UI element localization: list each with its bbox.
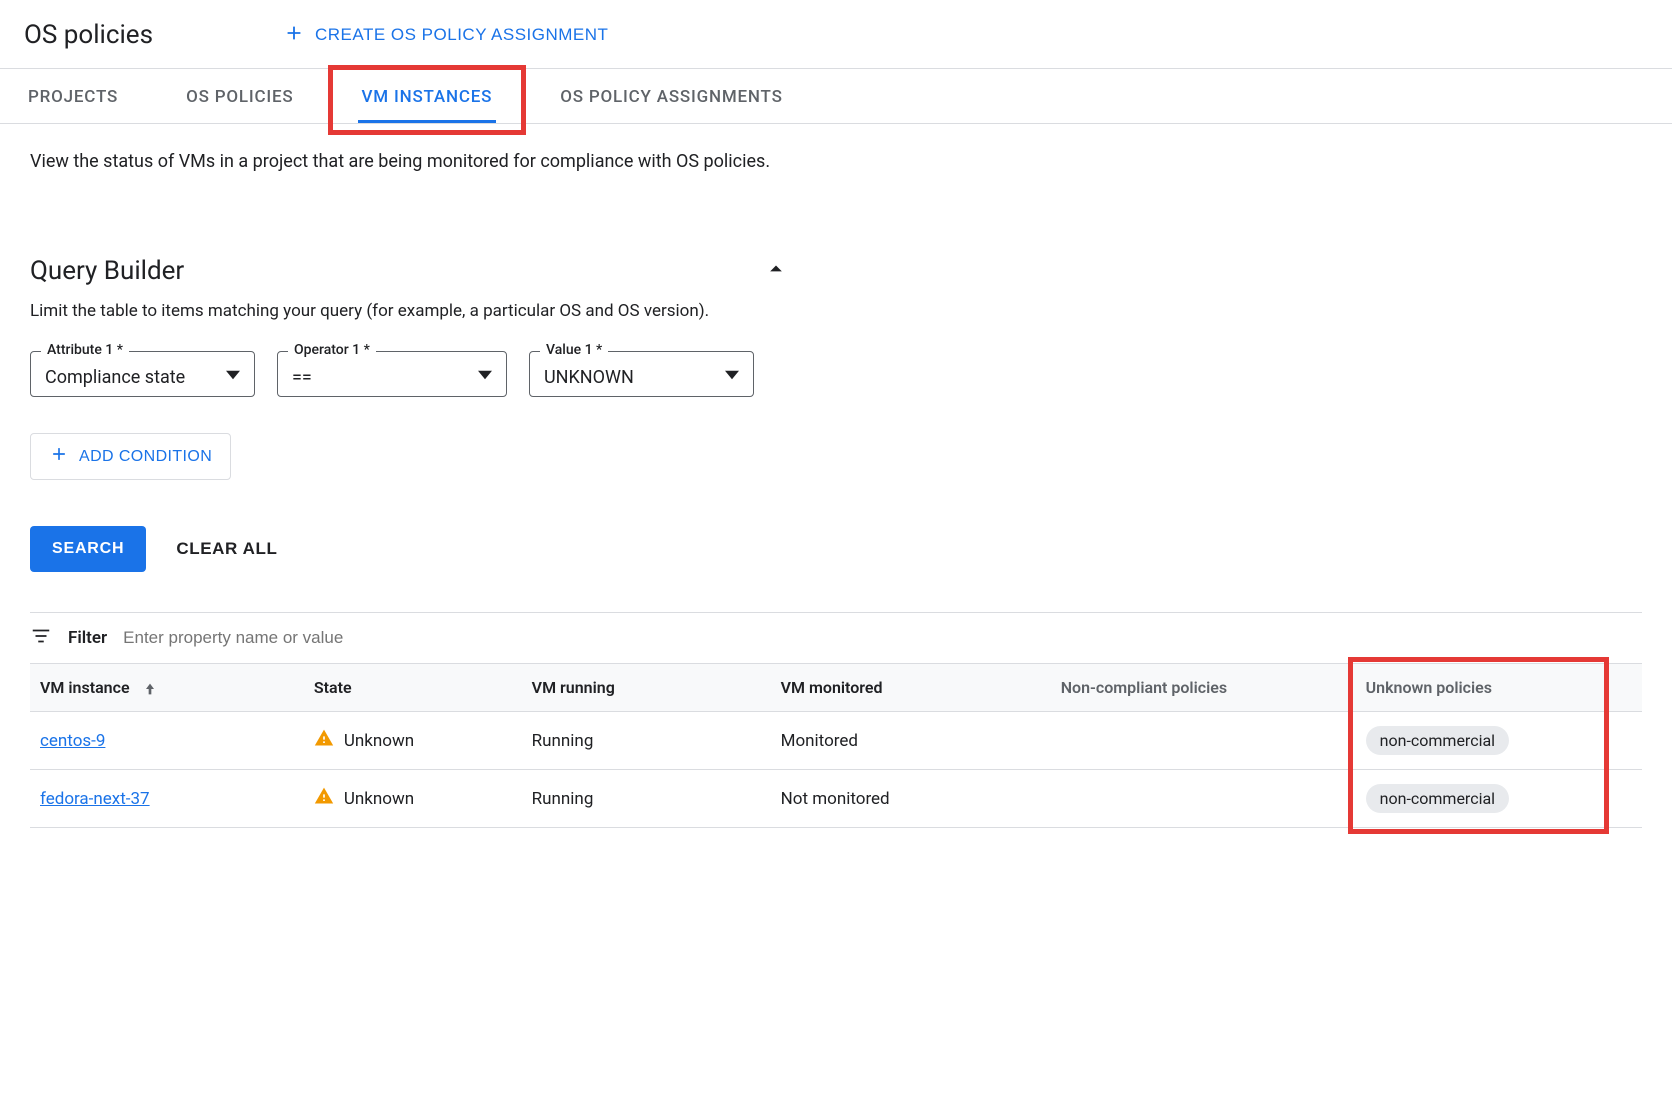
query-actions: SEARCH CLEAR ALL: [30, 526, 1642, 572]
dropdown-icon: [478, 368, 492, 386]
state-cell: Unknown: [314, 728, 512, 753]
running-text: Running: [522, 712, 771, 770]
filter-icon: [30, 625, 52, 651]
col-state[interactable]: State: [304, 664, 522, 712]
add-condition-label: ADD CONDITION: [79, 448, 212, 466]
chevron-up-icon: [762, 271, 790, 287]
col-running[interactable]: VM running: [522, 664, 771, 712]
col-vm-instance[interactable]: VM instance: [30, 664, 304, 712]
warning-icon: [314, 728, 334, 753]
col-monitored[interactable]: VM monitored: [771, 664, 1051, 712]
noncompliant-cell: [1051, 770, 1356, 828]
value-select[interactable]: Value 1 * UNKNOWN: [529, 351, 754, 397]
search-button[interactable]: SEARCH: [30, 526, 146, 572]
filter-label: Filter: [68, 628, 107, 648]
vm-link[interactable]: fedora-next-37: [40, 789, 150, 809]
dropdown-icon: [725, 368, 739, 386]
tab-os-policies[interactable]: OS POLICIES: [182, 69, 297, 123]
highlight-annotation: [328, 65, 527, 135]
col-vm-label: VM instance: [40, 678, 130, 697]
plus-icon: [49, 444, 69, 469]
attribute-value: Compliance state: [45, 367, 185, 388]
table-wrap: VM instance State VM running VM monitore…: [30, 663, 1642, 828]
running-text: Running: [522, 770, 771, 828]
query-title: Query Builder: [30, 256, 184, 286]
tabs-bar: PROJECTS OS POLICIES VM INSTANCES OS POL…: [0, 69, 1672, 124]
state-text: Unknown: [344, 789, 414, 809]
query-header: Query Builder: [30, 255, 790, 287]
filter-bar: Filter: [30, 612, 1642, 663]
monitored-text: Not monitored: [771, 770, 1051, 828]
col-noncompliant[interactable]: Non-compliant policies: [1051, 664, 1356, 712]
operator-select[interactable]: Operator 1 * ==: [277, 351, 507, 397]
page-title: OS policies: [24, 20, 153, 50]
dropdown-icon: [226, 368, 240, 386]
create-assignment-label: CREATE OS POLICY ASSIGNMENT: [315, 25, 608, 45]
vm-link[interactable]: centos-9: [40, 731, 105, 751]
attribute-label: Attribute 1 *: [41, 342, 129, 358]
sort-up-icon: [134, 678, 158, 697]
clear-all-button[interactable]: CLEAR ALL: [176, 539, 277, 559]
value-label: Value 1 *: [540, 342, 608, 358]
state-cell: Unknown: [314, 786, 512, 811]
page-description: View the status of VMs in a project that…: [30, 148, 850, 175]
query-row: Attribute 1 * Compliance state Operator …: [30, 351, 1642, 397]
filter-input[interactable]: [123, 628, 1642, 648]
monitored-text: Monitored: [771, 712, 1051, 770]
plus-icon: [283, 22, 305, 49]
col-spacer: [1605, 664, 1642, 712]
query-description: Limit the table to items matching your q…: [30, 301, 1642, 321]
operator-label: Operator 1 *: [288, 342, 376, 358]
tab-assignments[interactable]: OS POLICY ASSIGNMENTS: [556, 69, 786, 123]
tab-projects[interactable]: PROJECTS: [24, 69, 122, 123]
noncompliant-cell: [1051, 712, 1356, 770]
warning-icon: [314, 786, 334, 811]
collapse-toggle[interactable]: [762, 255, 790, 287]
create-assignment-button[interactable]: CREATE OS POLICY ASSIGNMENT: [283, 22, 608, 49]
value-value: UNKNOWN: [544, 367, 634, 388]
state-text: Unknown: [344, 731, 414, 751]
add-condition-button[interactable]: ADD CONDITION: [30, 433, 231, 480]
attribute-select[interactable]: Attribute 1 * Compliance state: [30, 351, 255, 397]
highlight-annotation: [1348, 657, 1609, 834]
header: OS policies CREATE OS POLICY ASSIGNMENT: [0, 0, 1672, 69]
content: View the status of VMs in a project that…: [0, 124, 1672, 852]
operator-value: ==: [292, 367, 312, 388]
